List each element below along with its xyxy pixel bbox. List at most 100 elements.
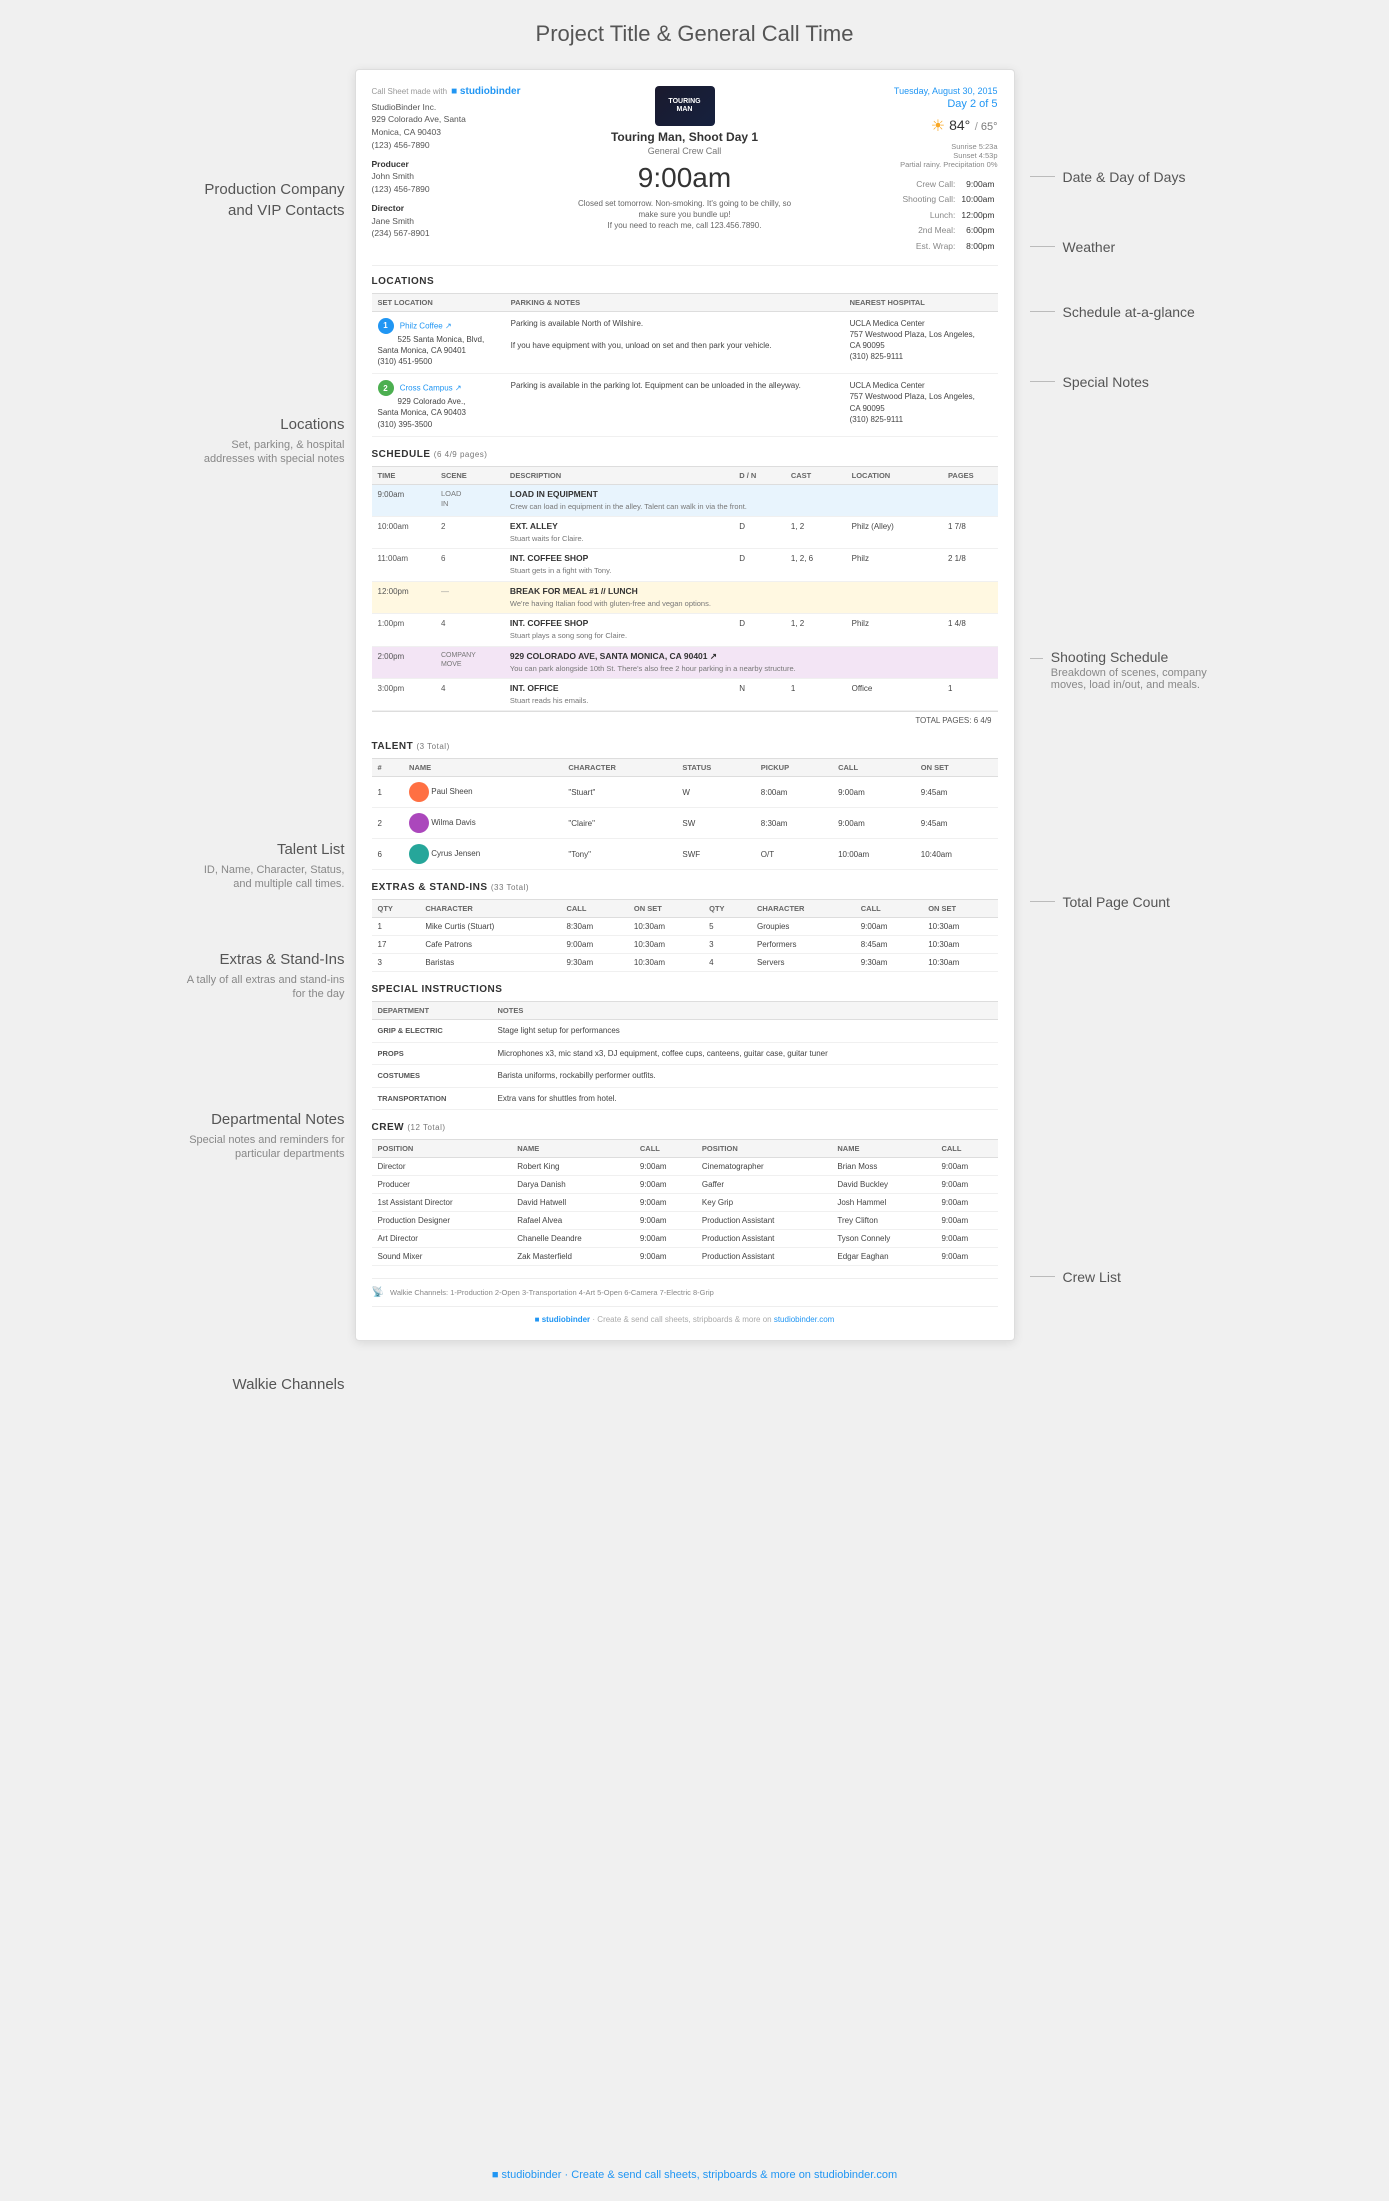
label-walkie: Walkie Channels	[233, 1374, 345, 1395]
dept-name: TRANSPORTATION	[372, 1087, 492, 1110]
tour-logo: TOURINGMAN	[655, 86, 715, 126]
label-production-subtitle: and VIP Contacts	[204, 200, 344, 221]
instr-header-notes: NOTES	[492, 1002, 998, 1020]
doc-header-center: TOURINGMAN Touring Man, Shoot Day 1 Gene…	[532, 86, 838, 232]
right-label-shooting-sub: Breakdown of scenes, company moves, load…	[1051, 667, 1215, 691]
sched-pages: 1	[942, 679, 998, 711]
label-talent-sub: ID, Name, Character, Status, and multipl…	[204, 863, 345, 892]
walkie-text: 📡 Walkie Channels: 1-Production 2-Open 3…	[372, 1287, 998, 1298]
loc-header-parking: PARKING & NOTES	[505, 293, 844, 311]
instr-header-dept: DEPARTMENT	[372, 1002, 492, 1020]
temp-high: 84°	[949, 117, 970, 133]
dept-notes: Barista uniforms, rockabilly performer o…	[492, 1065, 998, 1088]
page-title: Project Title & General Call Time	[0, 20, 1389, 49]
label-locations-title: Locations	[204, 414, 345, 435]
sched-location: Office	[846, 679, 942, 711]
loc-header-hospital: NEAREST HOSPITAL	[844, 293, 998, 311]
crew-table: POSITION NAME CALL POSITION NAME CALL Di…	[372, 1139, 998, 1266]
sched-header-cast: CAST	[785, 466, 846, 484]
schedule-table: TIME SCENE DESCRIPTION D / N CAST LOCATI…	[372, 466, 998, 712]
sched-time: 1:00pm	[372, 614, 435, 646]
table-row: 1 Philz Coffee ↗ 525 Santa Monica, Blvd,…	[372, 311, 998, 374]
call-time: 9:00am	[532, 162, 838, 194]
sched-time: 11:00am	[372, 549, 435, 581]
company-info: StudioBinder Inc. 929 Colorado Ave, Sant…	[372, 101, 532, 152]
loc-hospital-1: UCLA Medica Center757 Westwood Plaza, Lo…	[844, 311, 998, 374]
sched-time: 10:00am	[372, 517, 435, 549]
main-layout: Production Company and VIP Contacts Loca…	[0, 69, 1389, 2149]
sched-time: 12:00pm	[372, 581, 435, 613]
instructions-table: DEPARTMENT NOTES GRIP & ELECTRIC Stage l…	[372, 1001, 998, 1110]
table-row: 1Mike Curtis (Stuart)8:30am10:30am 5Grou…	[372, 918, 998, 936]
doc-footer: ■ studiobinder · Create & send call shee…	[372, 1306, 998, 1324]
table-row: 1st Assistant DirectorDavid Hatwell9:00a…	[372, 1194, 998, 1212]
schedule-title: SCHEDULE (6 4/9 pages)	[372, 449, 998, 460]
extras-header-call2: CALL	[855, 900, 922, 918]
talent-table: # NAME CHARACTER STATUS PICKUP CALL ON S…	[372, 758, 998, 870]
table-row: 3:00pm 4 INT. OFFICE Stuart reads his em…	[372, 679, 998, 711]
extras-table: QTY CHARACTER CALL ON SET QTY CHARACTER …	[372, 899, 998, 972]
label-departmental: Departmental Notes Special notes and rem…	[175, 1109, 345, 1162]
dept-name: PROPS	[372, 1042, 492, 1065]
label-talent-title: Talent List	[204, 839, 345, 860]
dept-name: COSTUMES	[372, 1065, 492, 1088]
sb-brand: ■ studiobinder	[451, 86, 520, 97]
avatar	[409, 782, 429, 802]
weather-detail: Sunrise 5:23a Sunset 4:53p Partial rainy…	[838, 142, 998, 169]
table-row: DirectorRobert King9:00am Cinematographe…	[372, 1158, 998, 1176]
crew-header-name2: NAME	[831, 1140, 935, 1158]
producer-info: Producer John Smith (123) 456-7890	[372, 158, 532, 196]
loc-address-1: 1 Philz Coffee ↗ 525 Santa Monica, Blvd,…	[372, 311, 505, 374]
extras-header-onset2: ON SET	[922, 900, 997, 918]
sched-dn: N	[733, 679, 785, 711]
avatar	[409, 813, 429, 833]
top-header: Project Title & General Call Time	[0, 20, 1389, 49]
table-row: 9:00am LOADIN LOAD IN EQUIPMENT Crew can…	[372, 484, 998, 516]
sched-location: Philz (Alley)	[846, 517, 942, 549]
sched-header-scene: SCENE	[435, 466, 504, 484]
table-row: 1:00pm 4 INT. COFFEE SHOP Stuart plays a…	[372, 614, 998, 646]
dept-name: GRIP & ELECTRIC	[372, 1020, 492, 1043]
table-row: 2 Cross Campus ↗ 929 Colorado Ave.,Santa…	[372, 374, 998, 437]
date-info: Tuesday, August 30, 2015	[838, 86, 998, 96]
table-row: PROPS Microphones x3, mic stand x3, DJ e…	[372, 1042, 998, 1065]
walkie-section: 📡 Walkie Channels: 1-Production 2-Open 3…	[372, 1278, 998, 1298]
sched-desc: INT. COFFEE SHOP Stuart gets in a fight …	[504, 549, 733, 581]
extras-header-qty2: QTY	[703, 900, 751, 918]
sb-logo-area: Call Sheet made with ■ studiobinder	[372, 86, 532, 97]
crew-header-call1: CALL	[634, 1140, 696, 1158]
sched-header-time: TIME	[372, 466, 435, 484]
label-locations: Locations Set, parking, & hospital addre…	[204, 414, 345, 467]
talent-title: TALENT (3 Total)	[372, 741, 998, 752]
table-row: Sound MixerZak Masterfield9:00am Product…	[372, 1248, 998, 1266]
label-departmental-sub: Special notes and reminders for particul…	[175, 1133, 345, 1162]
extras-header-char1: CHARACTER	[419, 900, 560, 918]
right-label-shooting: Shooting Schedule Breakdown of scenes, c…	[1030, 649, 1215, 691]
loc-hospital-2: UCLA Medica Center757 Westwood Plaza, Lo…	[844, 374, 998, 437]
sb-label: Call Sheet made with	[372, 87, 448, 96]
right-label-shooting-text: Shooting Schedule	[1051, 649, 1215, 665]
total-pages: TOTAL PAGES: 6 4/9	[372, 711, 998, 729]
sched-scene: LOADIN	[435, 484, 504, 516]
extras-section: EXTRAS & STAND-INS (33 Total) QTY CHARAC…	[372, 882, 998, 972]
sched-header-location: LOCATION	[846, 466, 942, 484]
talent-header-character: CHARACTER	[562, 759, 676, 777]
general-call-label: General Crew Call	[532, 146, 838, 156]
doc-header-right: Tuesday, August 30, 2015 Day 2 of 5 ☀ 84…	[838, 86, 998, 255]
instructions-section: SPECIAL INSTRUCTIONS DEPARTMENT NOTES GR…	[372, 984, 998, 1110]
table-row: Art DirectorChanelle Deandre9:00am Produ…	[372, 1230, 998, 1248]
sched-pages: 1 7/8	[942, 517, 998, 549]
right-label-crew-text: Crew List	[1063, 1269, 1121, 1285]
right-label-total-text: Total Page Count	[1063, 894, 1170, 910]
sun-icon: ☀	[931, 116, 945, 136]
right-label-total-pages: Total Page Count	[1030, 894, 1170, 910]
avatar	[409, 844, 429, 864]
sched-scene: 6	[435, 549, 504, 581]
schedule-section: SCHEDULE (6 4/9 pages) TIME SCENE DESCRI…	[372, 449, 998, 730]
sched-desc: EXT. ALLEY Stuart waits for Claire.	[504, 517, 733, 549]
sched-desc: INT. COFFEE SHOP Stuart plays a song son…	[504, 614, 733, 646]
closed-set-note: Closed set tomorrow. Non-smoking. It's g…	[575, 198, 795, 232]
sched-time: 9:00am	[372, 484, 435, 516]
schedule-glance: Crew Call:9:00am Shooting Call:10:00am L…	[838, 177, 998, 255]
locations-table: SET LOCATION PARKING & NOTES NEAREST HOS…	[372, 293, 998, 437]
